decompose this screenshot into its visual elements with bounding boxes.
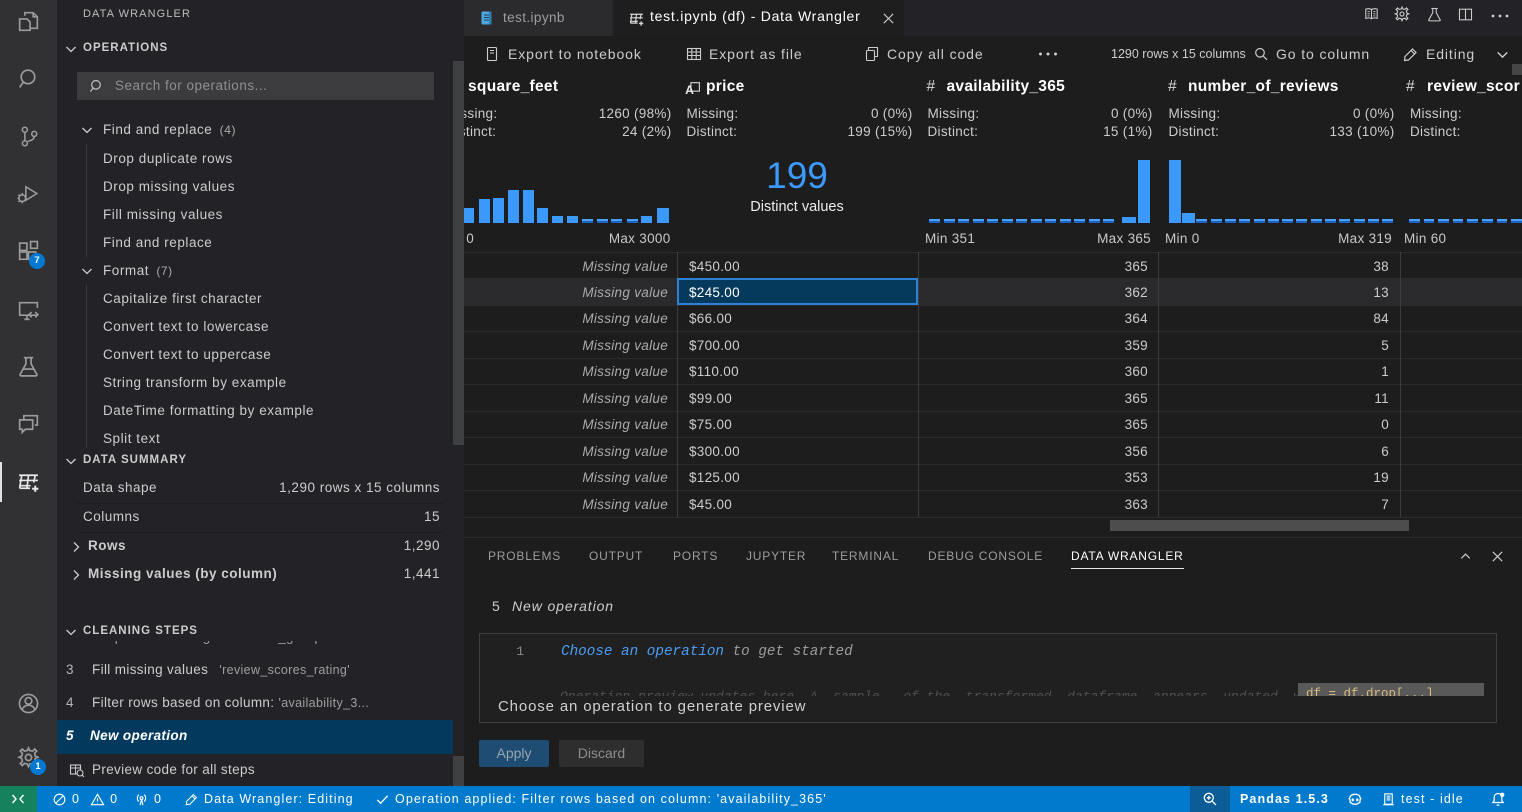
svg-text:A: A [685, 83, 694, 97]
